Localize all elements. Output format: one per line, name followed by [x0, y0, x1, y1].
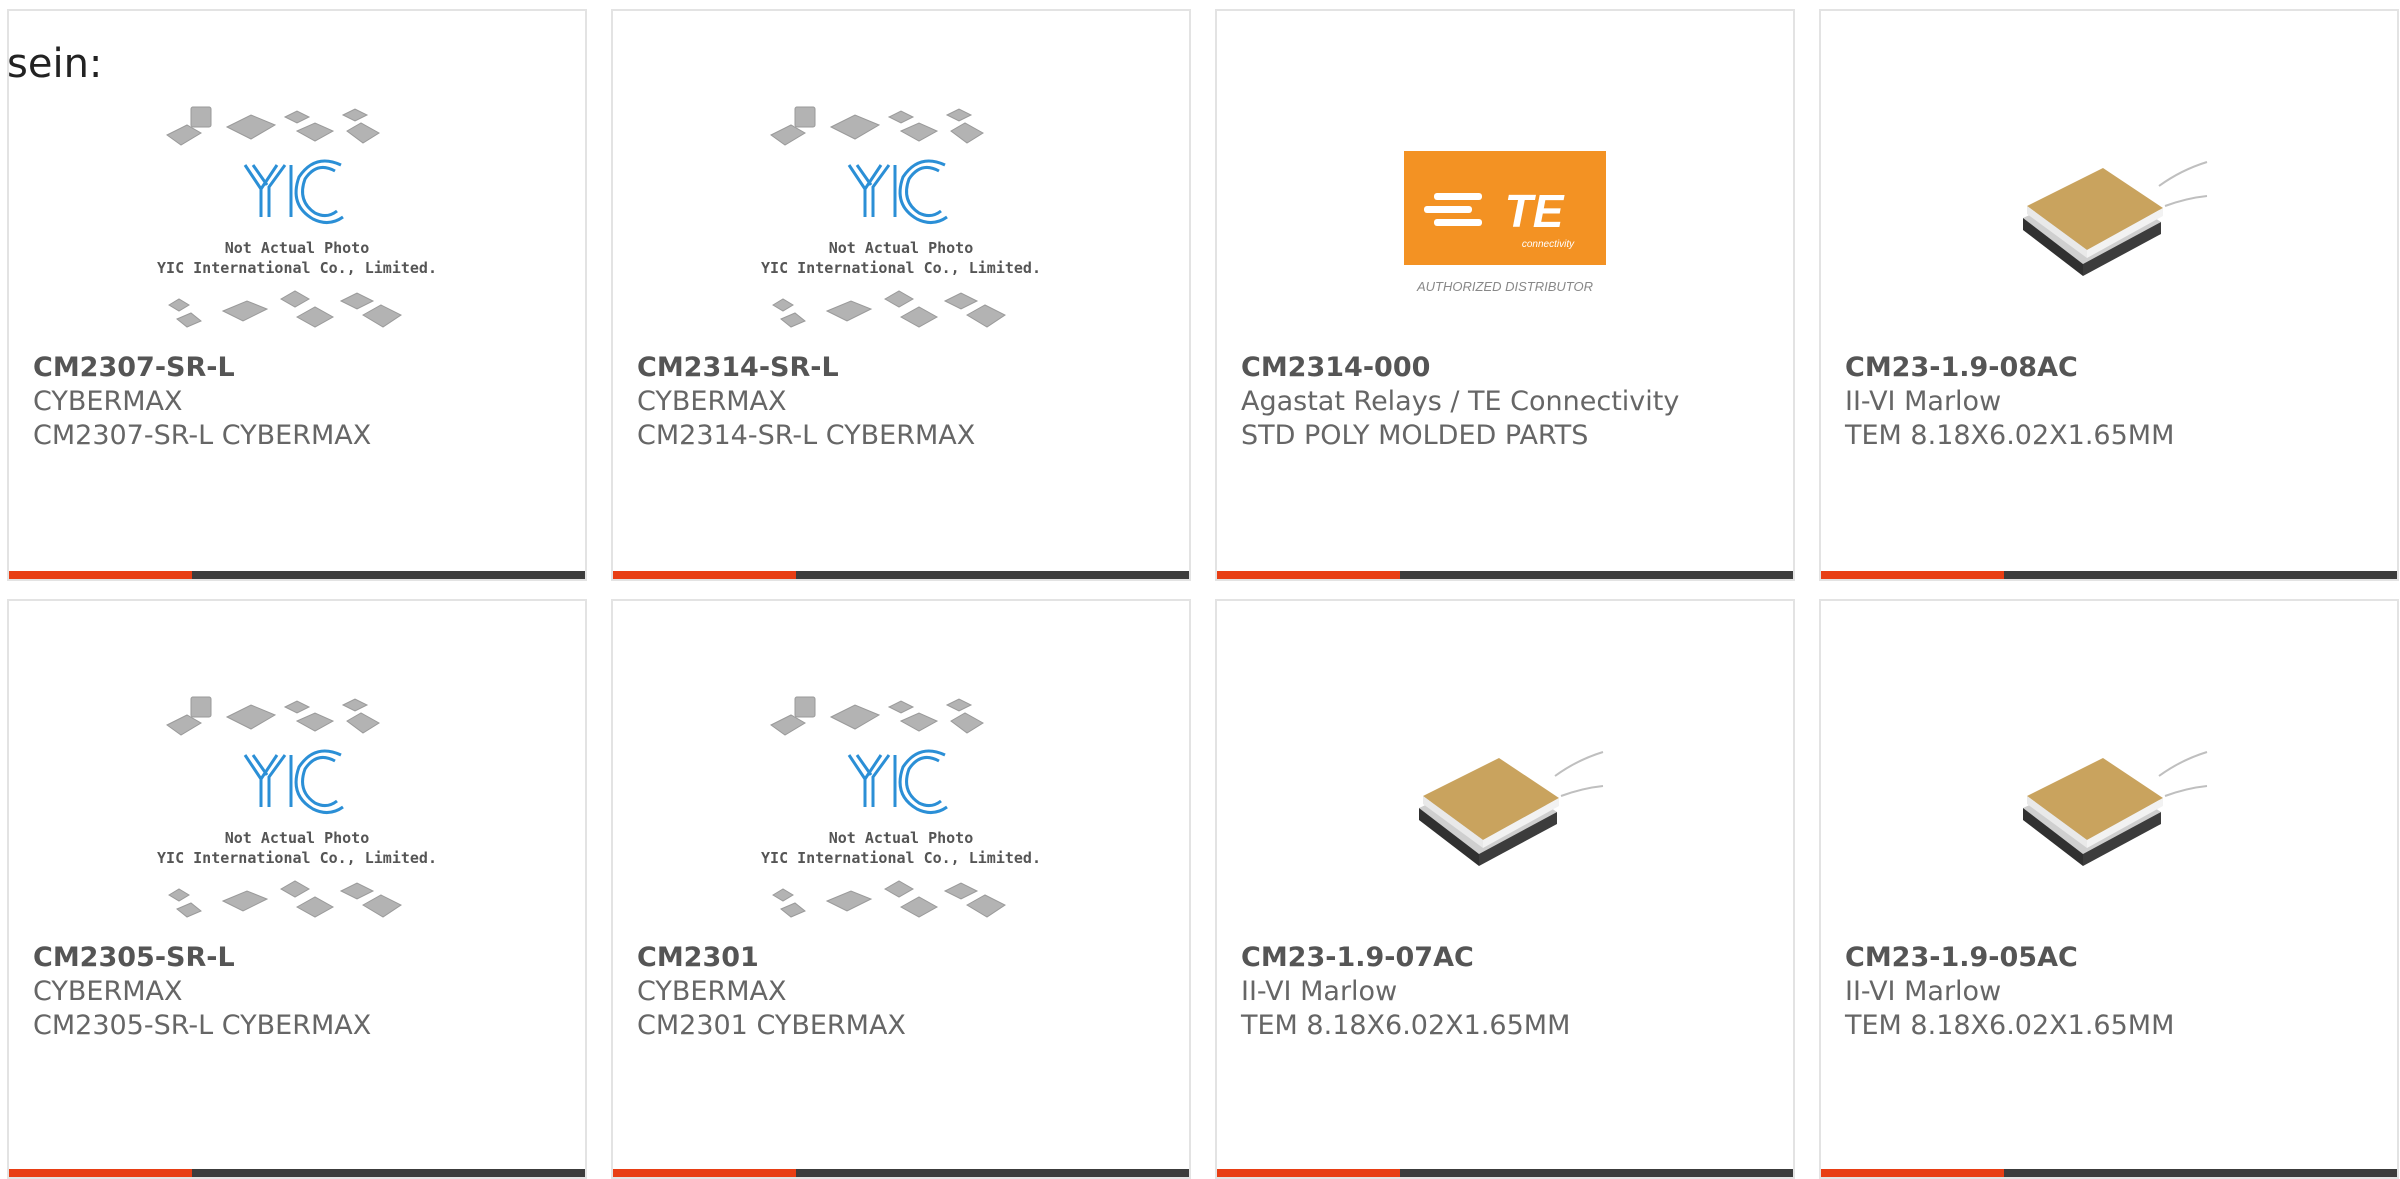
yic-placeholder-image: Not Actual Photo YIC International Co., … [761, 696, 1041, 918]
te-sub: connectivity [1522, 239, 1575, 250]
product-info: CM2307-SR-L CYBERMAX CM2307-SR-L CYBERMAX [33, 351, 575, 453]
intro-text: sein: [7, 41, 103, 87]
product-image[interactable]: Not Actual Photo YIC International Co., … [613, 685, 1189, 947]
card-footer-accent [613, 1169, 796, 1177]
placeholder-line1: Not Actual Photo [829, 829, 974, 847]
product-info: CM23-1.9-07AC II-VI Marlow TEM 8.18X6.02X1… [1241, 941, 1783, 1043]
placeholder-line2: YIC International Co., Limited. [157, 849, 437, 867]
product-card[interactable]: Not Actual Photo YIC International Co., … [611, 599, 1191, 1179]
card-footer-accent [9, 571, 192, 579]
product-image[interactable]: Not Actual Photo YIC International Co., … [9, 95, 585, 357]
product-card[interactable]: Not Actual Photo YIC International Co., … [611, 9, 1191, 581]
part-number-link[interactable]: CM2314-000 [1241, 351, 1783, 385]
product-info: CM23-1.9-08AC II-VI Marlow TEM 8.18X6.02X1… [1845, 351, 2387, 453]
product-card[interactable]: CM23-1.9-07AC II-VI Marlow TEM 8.18X6.02X1… [1215, 599, 1795, 1179]
description: TEM 8.18X6.02X1.65MM [1845, 1010, 2175, 1041]
manufacturer: Agastat Relays / TE Connectivity [1241, 386, 1680, 417]
description: CM2301 CYBERMAX [637, 1010, 906, 1041]
yic-placeholder-image: Not Actual Photo YIC International Co., … [157, 696, 437, 918]
part-number-link[interactable]: CM2307-SR-L [33, 351, 575, 385]
description: CM2314-SR-L CYBERMAX [637, 420, 976, 451]
tec-module-image [2023, 751, 2208, 866]
card-footer-accent [613, 571, 796, 579]
placeholder-line1: Not Actual Photo [829, 239, 974, 257]
product-info: CM23-1.9-05AC II-VI Marlow TEM 8.18X6.02X1… [1845, 941, 2387, 1043]
manufacturer: CYBERMAX [33, 976, 183, 1007]
product-image[interactable]: Not Actual Photo YIC International Co., … [613, 95, 1189, 357]
part-number-link[interactable]: CM2314-SR-L [637, 351, 1179, 385]
product-info: CM2314-SR-L CYBERMAX CM2314-SR-L CYBERMAX [637, 351, 1179, 453]
card-footer-bar [1821, 571, 2397, 579]
card-footer-bar [9, 571, 585, 579]
product-info: CM2314-000 Agastat Relays / TE Connectivi… [1241, 351, 1783, 453]
product-card[interactable]: CM23-1.9-05AC II-VI Marlow TEM 8.18X6.02X1… [1819, 599, 2399, 1179]
product-card[interactable]: Not Actual Photo YIC International Co., … [7, 9, 587, 581]
product-image[interactable] [1217, 685, 1793, 947]
product-image[interactable]: Not Actual Photo YIC International Co., … [9, 685, 585, 947]
product-card[interactable]: CM23-1.9-08AC II-VI Marlow TEM 8.18X6.02X1… [1819, 9, 2399, 581]
card-footer-accent [1821, 571, 2004, 579]
part-number-link[interactable]: CM2301 [637, 941, 1179, 975]
description: CM2307-SR-L CYBERMAX [33, 420, 372, 451]
card-footer-bar [613, 1169, 1189, 1177]
card-footer-accent [9, 1169, 192, 1177]
manufacturer: II-VI Marlow [1845, 386, 2002, 417]
manufacturer: II-VI Marlow [1241, 976, 1398, 1007]
description: STD POLY MOLDED PARTS [1241, 420, 1589, 451]
description: TEM 8.18X6.02X1.65MM [1845, 420, 2175, 451]
placeholder-line2: YIC International Co., Limited. [761, 849, 1041, 867]
part-number-link[interactable]: CM23-1.9-07AC [1241, 941, 1783, 975]
manufacturer: CYBERMAX [637, 976, 787, 1007]
card-footer-accent [1217, 571, 1400, 579]
manufacturer: CYBERMAX [33, 386, 183, 417]
card-footer-bar [1217, 1169, 1793, 1177]
manufacturer: CYBERMAX [637, 386, 787, 417]
product-card[interactable]: TE connectivity AUTHORIZED DISTRIBUTOR C… [1215, 9, 1795, 581]
card-footer-accent [1217, 1169, 1400, 1177]
yic-placeholder-image: Not Actual Photo YIC International Co., … [761, 106, 1041, 328]
product-image[interactable] [1821, 95, 2397, 357]
card-footer-bar [1821, 1169, 2397, 1177]
part-number-link[interactable]: CM23-1.9-08AC [1845, 351, 2387, 385]
card-footer-bar [1217, 571, 1793, 579]
card-footer-accent [1821, 1169, 2004, 1177]
te-mark: TE [1505, 185, 1565, 237]
placeholder-line2: YIC International Co., Limited. [157, 259, 437, 277]
product-info: CM2305-SR-L CYBERMAX CM2305-SR-L CYBERMAX [33, 941, 575, 1043]
card-footer-bar [613, 571, 1189, 579]
product-image[interactable]: TE connectivity AUTHORIZED DISTRIBUTOR [1217, 95, 1793, 357]
part-number-link[interactable]: CM2305-SR-L [33, 941, 575, 975]
product-image[interactable] [1821, 685, 2397, 947]
tec-module-image [1419, 751, 1604, 866]
placeholder-line1: Not Actual Photo [225, 829, 370, 847]
placeholder-line1: Not Actual Photo [225, 239, 370, 257]
product-info: CM2301 CYBERMAX CM2301 CYBERMAX [637, 941, 1179, 1043]
tec-module-image [2023, 161, 2208, 276]
manufacturer: II-VI Marlow [1845, 976, 2002, 1007]
part-number-link[interactable]: CM23-1.9-05AC [1845, 941, 2387, 975]
description: TEM 8.18X6.02X1.65MM [1241, 1010, 1571, 1041]
placeholder-line2: YIC International Co., Limited. [761, 259, 1041, 277]
product-card[interactable]: Not Actual Photo YIC International Co., … [7, 599, 587, 1179]
yic-placeholder-image: Not Actual Photo YIC International Co., … [157, 106, 437, 328]
description: CM2305-SR-L CYBERMAX [33, 1010, 372, 1041]
te-logo-image: TE connectivity AUTHORIZED DISTRIBUTOR [1404, 151, 1606, 294]
card-footer-bar [9, 1169, 585, 1177]
te-footer: AUTHORIZED DISTRIBUTOR [1416, 279, 1593, 294]
